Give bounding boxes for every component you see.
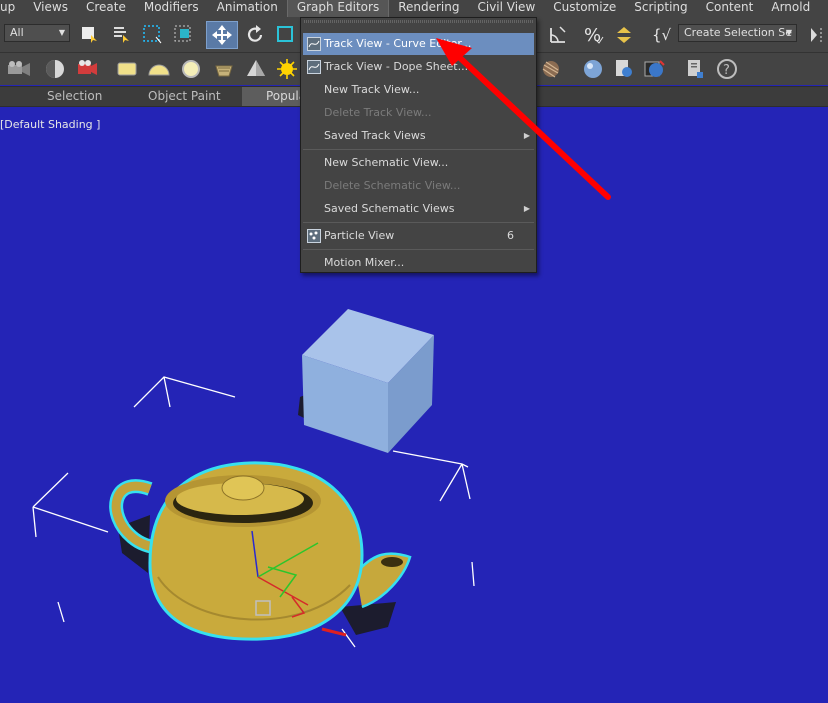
select-by-name-icon[interactable] (110, 23, 132, 45)
box-object (302, 309, 434, 453)
plane-icon[interactable] (115, 58, 139, 80)
selection-filter-dropdown[interactable]: All ▼ (4, 24, 70, 42)
render-setup-icon[interactable] (611, 58, 637, 80)
material-ball-icon[interactable] (538, 58, 564, 80)
camera-icon[interactable] (0, 58, 36, 80)
viewport-shading-label[interactable]: [Default Shading ] (0, 118, 100, 131)
hemisphere-icon[interactable] (145, 58, 173, 80)
menu-separator (303, 249, 534, 250)
menu-separator (303, 222, 534, 223)
menu-item-particle-view[interactable]: Particle View 6 (303, 225, 534, 247)
menu-arnold[interactable]: Arnold (762, 0, 819, 17)
scale-icon[interactable] (274, 23, 298, 47)
particle-view-icon (307, 229, 321, 243)
snap-angle-icon[interactable] (546, 23, 570, 47)
dope-sheet-icon (307, 60, 321, 74)
menu-item-shortcut: 6 (507, 229, 514, 242)
menu-scripting[interactable]: Scripting (625, 0, 696, 17)
rotate-icon[interactable] (243, 23, 267, 47)
chevron-down-icon: ▼ (58, 28, 65, 37)
chevron-down-icon: ▼ (785, 28, 792, 37)
menu-item-label: Particle View (324, 229, 395, 242)
help-icon[interactable]: ? (714, 58, 740, 80)
svg-text:{√: {√ (652, 26, 672, 44)
named-selection-set-dropdown[interactable]: Create Selection Se ▼ (678, 24, 797, 42)
sun-icon[interactable] (274, 58, 300, 80)
menu-content[interactable]: Content (697, 0, 763, 17)
menu-item-label: Motion Mixer... (324, 256, 405, 269)
mirror-icon[interactable] (806, 23, 828, 47)
blue-sphere-icon[interactable] (580, 58, 606, 80)
track-view-icon (307, 37, 321, 51)
menu-modifiers[interactable]: Modifiers (135, 0, 208, 17)
menu-views[interactable]: Views (24, 0, 77, 17)
tab-selection[interactable]: Selection (47, 87, 102, 106)
menu-item-motion-mixer[interactable]: Motion Mixer... (303, 252, 534, 274)
menu-customize[interactable]: Customize (544, 0, 625, 17)
sphere-icon[interactable] (178, 58, 204, 80)
render-production-icon[interactable] (642, 58, 668, 80)
rectangular-selection-icon[interactable] (141, 23, 163, 45)
render-frame-window-icon[interactable] (682, 58, 708, 80)
menu-item-label: New Schematic View... (324, 156, 449, 169)
edit-named-selection-icon[interactable]: {√ (649, 23, 675, 47)
teapot-icon[interactable] (210, 58, 238, 80)
svg-text:?: ? (723, 63, 730, 78)
submenu-arrow-icon: ▶ (523, 131, 530, 140)
menu-graph-editors[interactable]: Graph Editors (286, 0, 390, 17)
menu-tearoff-grip[interactable] (304, 20, 533, 23)
menu-item-label: Saved Schematic Views (324, 202, 455, 215)
select-object-icon[interactable] (78, 23, 100, 45)
menu-item-label: Delete Schematic View... (324, 179, 461, 192)
selection-filter-value: All (10, 26, 24, 39)
tab-object-paint[interactable]: Object Paint (148, 87, 221, 106)
cone-icon[interactable] (242, 58, 270, 80)
light-icon[interactable] (42, 58, 68, 80)
menu-item-label: Saved Track Views (324, 129, 426, 142)
menu-bar: up Views Create Modifiers Animation Grap… (0, 0, 828, 17)
menu-item-saved-track-views[interactable]: Saved Track Views ▶ (303, 125, 534, 147)
render-camera-icon[interactable] (73, 58, 101, 80)
graph-editors-dropdown-menu: Track View - Curve Editor... Track View … (300, 17, 537, 273)
menu-item-label: Track View - Curve Editor... (324, 37, 472, 50)
menu-item-label: Track View - Dope Sheet... (324, 60, 469, 73)
menu-item-new-track-view[interactable]: New Track View... (303, 79, 534, 101)
menu-item-delete-schematic-view: Delete Schematic View... (303, 175, 534, 197)
menu-civil-view[interactable]: Civil View (468, 0, 544, 17)
menu-item-saved-schematic-views[interactable]: Saved Schematic Views ▶ (303, 198, 534, 220)
menu-item-track-view-dope-sheet[interactable]: Track View - Dope Sheet... (303, 56, 534, 78)
percent-snap-icon[interactable]: % (581, 23, 605, 47)
menu-create[interactable]: Create (77, 0, 135, 17)
spinner-snap-icon[interactable] (612, 23, 636, 47)
submenu-arrow-icon: ▶ (523, 204, 530, 213)
menu-separator (303, 149, 534, 150)
menu-item-new-schematic-view[interactable]: New Schematic View... (303, 152, 534, 174)
menu-item-track-view-curve-editor[interactable]: Track View - Curve Editor... (303, 33, 534, 55)
menu-item-label: Delete Track View... (324, 106, 432, 119)
menu-animation[interactable]: Animation (208, 0, 287, 17)
menu-rendering-partial[interactable]: up (0, 0, 24, 17)
window-crossing-icon[interactable] (172, 23, 194, 45)
menu-item-label: New Track View... (324, 83, 420, 96)
select-move-icon[interactable] (206, 21, 238, 49)
menu-rendering[interactable]: Rendering (389, 0, 468, 17)
named-selection-set-value: Create Selection Se (684, 26, 792, 39)
menu-item-delete-track-view: Delete Track View... (303, 102, 534, 124)
